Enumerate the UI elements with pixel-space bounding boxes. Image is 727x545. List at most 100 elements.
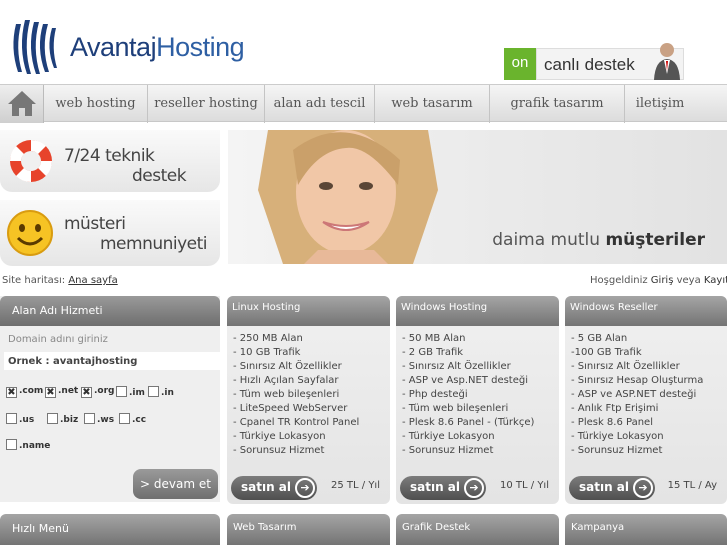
- buy-label: satın al: [410, 480, 461, 494]
- checkbox-icon: [119, 413, 130, 424]
- ext-in-checkbox[interactable]: .in: [148, 386, 174, 398]
- package-windows-hosting: Windows Hosting - 50 MB Alan - 2 GB Traf…: [396, 296, 559, 504]
- checkbox-icon: [116, 386, 127, 397]
- logo-mark-icon: [13, 20, 57, 74]
- buy-button[interactable]: satın al ➔: [569, 476, 655, 500]
- ext-ws-checkbox[interactable]: .ws: [84, 413, 114, 425]
- welcome-or: veya: [673, 275, 704, 286]
- feature-item: - Plesk 8.6 Panel: [571, 417, 653, 428]
- hero-slogan-a: daima mutlu: [492, 230, 606, 250]
- buy-label: satın al: [241, 480, 292, 494]
- feature-item: - Hızlı Açılan Sayfalar: [233, 375, 339, 386]
- ext-label: .us: [19, 415, 35, 425]
- feature-support-line2: destek: [132, 166, 187, 186]
- site-logo[interactable]: AvantajHosting: [6, 18, 266, 76]
- feature-item: - Sınırsız Alt Özellikler: [402, 361, 511, 372]
- ext-label: .biz: [60, 415, 79, 425]
- checkbox-icon: [148, 386, 159, 397]
- graphic-support-header[interactable]: Grafik Destek: [396, 514, 559, 545]
- main-nav: web hosting reseller hosting alan adı te…: [0, 84, 727, 123]
- support-person-icon: [654, 43, 680, 80]
- brand-name-a: Avantaj: [70, 32, 157, 62]
- nav-domain-registration[interactable]: alan adı tescil: [265, 85, 375, 123]
- feature-item: - LiteSpeed WebServer: [233, 403, 348, 414]
- checkbox-icon: [6, 439, 17, 450]
- package-features: - 50 MB Alan - 2 GB Trafik - Sınırsız Al…: [402, 332, 534, 458]
- live-support-button[interactable]: on canlı destek: [504, 40, 684, 80]
- brand-name-b: Hosting: [156, 32, 245, 62]
- breadcrumb-home-link[interactable]: Ana sayfa: [68, 275, 117, 286]
- feature-satisfaction-line1: müsteri: [64, 214, 126, 234]
- ext-label: .ws: [97, 415, 115, 425]
- web-design-header[interactable]: Web Tasarım: [227, 514, 390, 545]
- ext-label: .in: [161, 388, 174, 398]
- ext-cc-checkbox[interactable]: .cc: [119, 413, 146, 425]
- nav-reseller-hosting[interactable]: reseller hosting: [148, 85, 265, 123]
- checkbox-checked-icon: ✖: [45, 387, 56, 398]
- ext-org-checkbox[interactable]: ✖ .org: [81, 386, 114, 398]
- feature-item: - 50 MB Alan: [402, 333, 466, 344]
- home-icon: [8, 91, 36, 116]
- feature-item: - Sınırsız Alt Özellikler: [233, 361, 342, 372]
- nav-graphic-design[interactable]: grafik tasarım: [490, 85, 625, 123]
- buy-label: satın al: [579, 480, 630, 494]
- welcome-text: Hoşgeldiniz: [590, 275, 651, 286]
- package-price: 15 TL / Ay: [667, 480, 717, 491]
- ext-net-checkbox[interactable]: ✖ .net: [45, 386, 78, 398]
- smiley-icon: [7, 210, 53, 256]
- checkbox-icon: [84, 413, 95, 424]
- arrow-right-icon: ➔: [633, 478, 653, 498]
- nav-web-hosting[interactable]: web hosting: [44, 85, 148, 123]
- feature-item: - Php desteği: [402, 389, 468, 400]
- register-link[interactable]: Kayıt Ol: [704, 275, 727, 286]
- arrow-right-icon: ➔: [464, 478, 484, 498]
- breadcrumb-label: Site haritası:: [2, 275, 66, 286]
- ext-biz-checkbox[interactable]: .biz: [47, 413, 78, 425]
- breadcrumb: Site haritası: Ana sayfa: [2, 275, 118, 286]
- package-features: - 250 MB Alan - 10 GB Trafik - Sınırsız …: [233, 332, 359, 458]
- checkbox-icon: [6, 413, 17, 424]
- feature-item: - ASP ve ASP.NET desteği: [571, 389, 697, 400]
- login-link[interactable]: Giriş: [651, 275, 674, 286]
- ext-label: .name: [19, 441, 51, 451]
- feature-item: - 250 MB Alan: [233, 333, 303, 344]
- nav-home[interactable]: [0, 85, 44, 123]
- ext-label: .cc: [132, 415, 147, 425]
- checkbox-icon: [47, 413, 58, 424]
- continue-button[interactable]: > devam et: [133, 469, 218, 499]
- package-title: Windows Hosting: [396, 296, 559, 326]
- feature-item: - 10 GB Trafik: [233, 347, 301, 358]
- feature-item: - Plesk 8.6 Panel - (Türkçe): [402, 417, 535, 428]
- feature-item: - Sınırsız Alt Özellikler: [571, 361, 680, 372]
- welcome-bar: Hoşgeldiniz Giriş veya Kayıt Ol: [590, 275, 727, 286]
- feature-item: - 5 GB Alan: [571, 333, 628, 344]
- ext-label: .com: [19, 386, 44, 396]
- package-features: - 5 GB Alan -100 GB Trafik - Sınırsız Al…: [571, 332, 703, 458]
- feature-item: - Türkiye Lokasyon: [571, 431, 664, 442]
- checkbox-checked-icon: ✖: [81, 387, 92, 398]
- feature-item: - Sorunsuz Hizmet: [233, 445, 325, 456]
- ext-us-checkbox[interactable]: .us: [6, 413, 34, 425]
- ext-im-checkbox[interactable]: .im: [116, 386, 145, 398]
- nav-contact[interactable]: iletişim: [625, 85, 695, 123]
- buy-button[interactable]: satın al ➔: [231, 476, 317, 500]
- feature-item: - Anlık Ftp Erişimi: [571, 403, 659, 414]
- ext-com-checkbox[interactable]: ✖ .com: [6, 386, 43, 398]
- feature-item: - Cpanel TR Kontrol Panel: [233, 417, 360, 428]
- feature-item: - Sınırsız Hesap Oluşturma: [571, 375, 704, 386]
- lifebuoy-icon: [9, 139, 53, 183]
- quick-menu-header[interactable]: Hızlı Menü: [0, 514, 220, 545]
- domain-panel-title: Alan Adı Hizmeti: [0, 296, 220, 326]
- package-title: Linux Hosting: [227, 296, 390, 326]
- ext-name-checkbox[interactable]: .name: [6, 439, 50, 451]
- buy-button[interactable]: satın al ➔: [400, 476, 486, 500]
- package-price: 10 TL / Yıl: [500, 480, 549, 491]
- nav-web-design[interactable]: web tasarım: [375, 85, 490, 123]
- domain-input[interactable]: [4, 352, 220, 370]
- package-windows-reseller: Windows Reseller - 5 GB Alan -100 GB Tra…: [565, 296, 727, 504]
- brand-name: AvantajHosting: [70, 32, 245, 63]
- feature-item: - ASP ve Asp.NET desteği: [402, 375, 529, 386]
- ext-label: .im: [129, 388, 145, 398]
- campaign-header[interactable]: Kampanya: [565, 514, 727, 545]
- support-label: canlı destek: [544, 55, 635, 74]
